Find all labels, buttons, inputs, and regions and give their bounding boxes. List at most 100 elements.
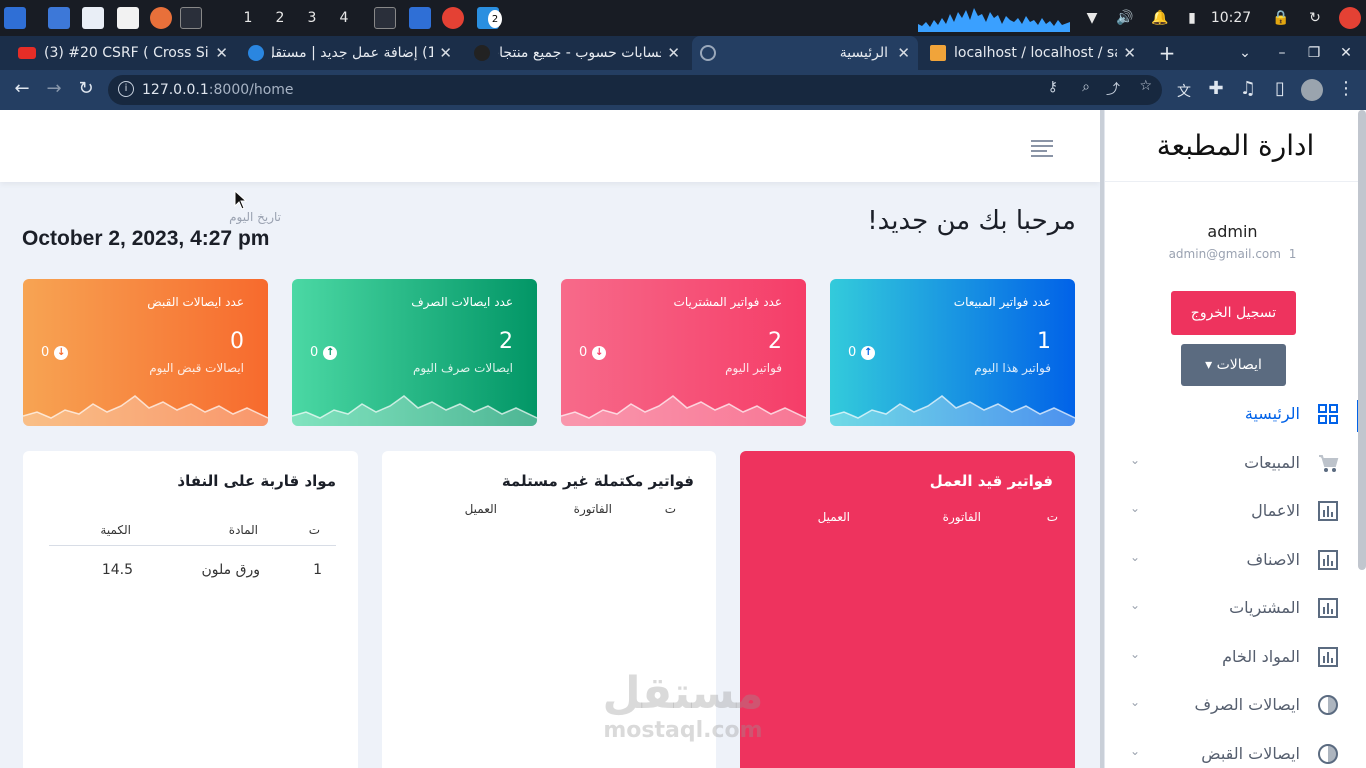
- mostaql-watermark-logo: مستقل mostaql.com: [598, 670, 768, 744]
- volume-icon[interactable]: 🔊: [1113, 0, 1137, 36]
- wifi-icon[interactable]: ▼: [1080, 0, 1104, 36]
- half-circle-icon: [1317, 743, 1339, 765]
- globe-icon: [700, 45, 716, 61]
- sidebar-item-7[interactable]: ايصالات القبض ⌄: [1105, 735, 1366, 768]
- chrome-icon[interactable]: [442, 7, 464, 29]
- tab-title: (1) إضافة عمل جديد | مستقل: [272, 45, 442, 61]
- tab-phpmyadmin[interactable]: localhost / localhost / sa ✕: [922, 36, 1144, 70]
- side-panel-icon[interactable]: ▯: [1268, 78, 1292, 99]
- url-path: :8000/home: [208, 82, 294, 98]
- close-icon[interactable]: ✕: [433, 44, 452, 62]
- battery-icon: ▮: [1188, 10, 1196, 26]
- brand-title: ادارة المطبعة: [1105, 110, 1366, 182]
- table-divider: [49, 545, 336, 546]
- clock[interactable]: 10:27: [1206, 0, 1256, 36]
- sidebar-scrollbar[interactable]: [1358, 110, 1366, 570]
- sidebar-item-6[interactable]: ايصالات الصرف ⌄: [1105, 686, 1366, 726]
- sidebar-item-0[interactable]: الرئيسية: [1105, 395, 1366, 435]
- media-control-icon[interactable]: ♫: [1236, 78, 1260, 99]
- minimize-icon[interactable]: –: [1272, 36, 1292, 70]
- terminal-icon[interactable]: [180, 7, 202, 29]
- card-change-value: 0: [848, 345, 857, 360]
- back-icon[interactable]: ←: [10, 78, 34, 99]
- close-icon[interactable]: ✕: [1117, 44, 1136, 62]
- terminal-window-icon[interactable]: [374, 7, 396, 29]
- start-menu-icon[interactable]: [4, 7, 26, 29]
- new-tab-button[interactable]: +: [1154, 36, 1180, 70]
- panel-title: فواتير قيد العمل: [929, 472, 1053, 490]
- card-subtitle: ايصالات صرف اليوم: [413, 361, 513, 375]
- window-close-icon[interactable]: ✕: [1336, 36, 1356, 70]
- file-manager-icon[interactable]: [82, 7, 104, 29]
- col-header-client: العميل: [817, 510, 850, 524]
- vscode-badge: 2: [488, 10, 502, 28]
- password-key-icon[interactable]: ⚷: [1048, 79, 1058, 95]
- dashboard-icon: [1317, 403, 1339, 425]
- more-menu-icon[interactable]: ⋮: [1334, 78, 1358, 99]
- sales-invoices-card: عدد فواتير المبيعات 1 فواتير هذا اليوم 0 ↑: [830, 279, 1075, 426]
- bar-chart-icon: [1317, 597, 1339, 619]
- sidebar-item-label: ايصالات القبض: [1201, 743, 1300, 763]
- sidebar-item-3[interactable]: الاصناف ⌄: [1105, 541, 1366, 581]
- reload-icon[interactable]: ↻: [74, 78, 98, 99]
- notification-bell-icon[interactable]: 🔔: [1148, 0, 1172, 36]
- tab-search-icon[interactable]: ⌄: [1234, 36, 1256, 70]
- close-icon[interactable]: ✕: [661, 44, 680, 62]
- receipts-dropdown-button[interactable]: ▾ ايصالات: [1181, 344, 1286, 386]
- sidebar-item-2[interactable]: الاعمال ⌄: [1105, 492, 1366, 532]
- sidebar-item-4[interactable]: المشتريات ⌄: [1105, 589, 1366, 629]
- workspace-3[interactable]: 3: [298, 0, 326, 36]
- extensions-icon[interactable]: ✚: [1204, 78, 1228, 99]
- zoom-icon[interactable]: ⌕: [1082, 79, 1090, 95]
- user-email-text: admin@gmail.com: [1168, 247, 1281, 261]
- sidebar-item-1[interactable]: المبيعات ⌄: [1105, 444, 1366, 484]
- address-bar[interactable]: i 127.0.0.1:8000/home ⚷ ⌕ ⤴ ☆: [108, 75, 1162, 105]
- lock-icon[interactable]: 🔒: [1270, 0, 1292, 36]
- show-desktop-icon[interactable]: [48, 7, 70, 29]
- sidebar-item-label: ايصالات الصرف: [1194, 695, 1300, 714]
- sidebar-item-5[interactable]: المواد الخام ⌄: [1105, 638, 1366, 678]
- card-subtitle: فواتير اليوم: [725, 361, 782, 375]
- profile-avatar[interactable]: [1301, 79, 1323, 101]
- close-icon[interactable]: ✕: [209, 44, 228, 62]
- collection-receipts-card: عدد ايصالات القبض 0 ايصالات قبض اليوم 0 ↓: [23, 279, 268, 426]
- panel-title: مواد قاربة على النفاذ: [177, 472, 336, 490]
- share-icon[interactable]: ⤴: [1106, 79, 1120, 99]
- col-header-index: ت: [308, 523, 320, 537]
- watermark-latin: mostaql.com: [603, 718, 763, 743]
- card-change: 0 ↑: [310, 345, 338, 360]
- chevron-down-icon: ⌄: [1130, 743, 1141, 758]
- forward-icon[interactable]: →: [42, 78, 66, 99]
- menu-toggle-icon[interactable]: [1031, 140, 1053, 160]
- translate-icon[interactable]: 文: [1172, 81, 1196, 101]
- arrow-down-circle-icon: ↓: [54, 345, 69, 360]
- bar-chart-icon: [1317, 549, 1339, 571]
- firefox-icon[interactable]: [150, 7, 172, 29]
- text-editor-icon[interactable]: [117, 7, 139, 29]
- cell-material: ورق ملون: [201, 562, 260, 578]
- user-email: admin@gmail.com 1: [1105, 247, 1360, 261]
- maximize-icon[interactable]: ❐: [1304, 36, 1324, 70]
- bookmark-star-icon[interactable]: ☆: [1139, 78, 1152, 94]
- workspace-2[interactable]: 2: [266, 0, 294, 36]
- logout-button[interactable]: تسجيل الخروج: [1171, 291, 1296, 335]
- tab-home[interactable]: الرئيسية ✕: [692, 36, 918, 70]
- workspace-1[interactable]: 1: [234, 0, 262, 36]
- chevron-down-icon: ⌄: [1130, 549, 1141, 564]
- card-change: 0 ↓: [41, 345, 69, 360]
- card-sparkline: [23, 395, 268, 426]
- remote-desktop-icon[interactable]: [409, 7, 431, 29]
- chevron-down-icon: ⌄: [1130, 598, 1141, 612]
- close-icon[interactable]: ✕: [897, 44, 910, 62]
- sidebar-item-label: الاعمال: [1251, 501, 1300, 520]
- date-label: تاريخ اليوم: [229, 210, 281, 224]
- workspace-4[interactable]: 4: [330, 0, 358, 36]
- info-icon[interactable]: i: [118, 81, 134, 97]
- tab-hsoub[interactable]: حسابات حسوب - جميع منتجات ✕: [466, 36, 688, 70]
- tab-mostaql[interactable]: (1) إضافة عمل جديد | مستقل ✕: [240, 36, 460, 70]
- chrome-tray-icon[interactable]: [1339, 7, 1361, 29]
- card-change-value: 0: [579, 345, 588, 360]
- browser-tab-bar: (3) #20 CSRF ( Cross Site ✕ (1) إضافة عم…: [0, 36, 1366, 70]
- tab-csrf[interactable]: (3) #20 CSRF ( Cross Site ✕: [10, 36, 236, 70]
- restart-icon[interactable]: ↻: [1304, 0, 1326, 36]
